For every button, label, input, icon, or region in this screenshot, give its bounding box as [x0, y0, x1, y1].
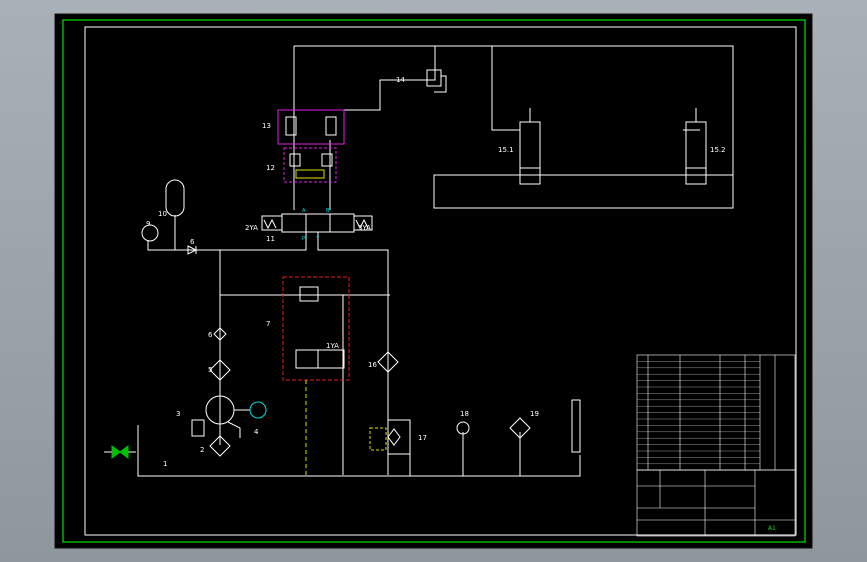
sheet-size: A1 [768, 525, 776, 532]
label-5: 5 [208, 366, 212, 374]
label-10: 10 [158, 210, 167, 218]
label-6: 6 [208, 331, 213, 339]
label-7: 7 [266, 320, 270, 328]
port-a: A [302, 208, 306, 214]
label-15-2: 15.2 [710, 146, 726, 154]
label-17: 17 [418, 434, 427, 442]
label-9: 9 [146, 220, 150, 228]
label-2: 2 [200, 446, 204, 454]
drawing-sheet [54, 13, 813, 549]
label-13: 13 [262, 122, 271, 130]
label-1ya: 1YA [326, 342, 339, 350]
port-p: P [302, 236, 305, 242]
port-b: B [326, 208, 330, 214]
label-4: 4 [254, 428, 259, 436]
label-11: 11 [266, 235, 275, 243]
label-1: 1 [163, 460, 167, 468]
label-15-1: 15.1 [498, 146, 514, 154]
label-3: 3 [176, 410, 180, 418]
label-2ya: 2YA [245, 224, 258, 232]
label-12: 12 [266, 164, 275, 172]
label-18: 18 [460, 410, 469, 418]
label-3ya: 3YA [358, 224, 371, 232]
label-19: 19 [530, 410, 539, 418]
label-14: 14 [396, 76, 405, 84]
hydraulic-schematic: 14 13 12 15.1 15.2 10 9 6 11 2YA 3YA 7 1… [54, 13, 813, 549]
label-16: 16 [368, 361, 377, 369]
label-6b: 6 [190, 238, 195, 246]
cad-viewport: 14 13 12 15.1 15.2 10 9 6 11 2YA 3YA 7 1… [0, 0, 867, 562]
